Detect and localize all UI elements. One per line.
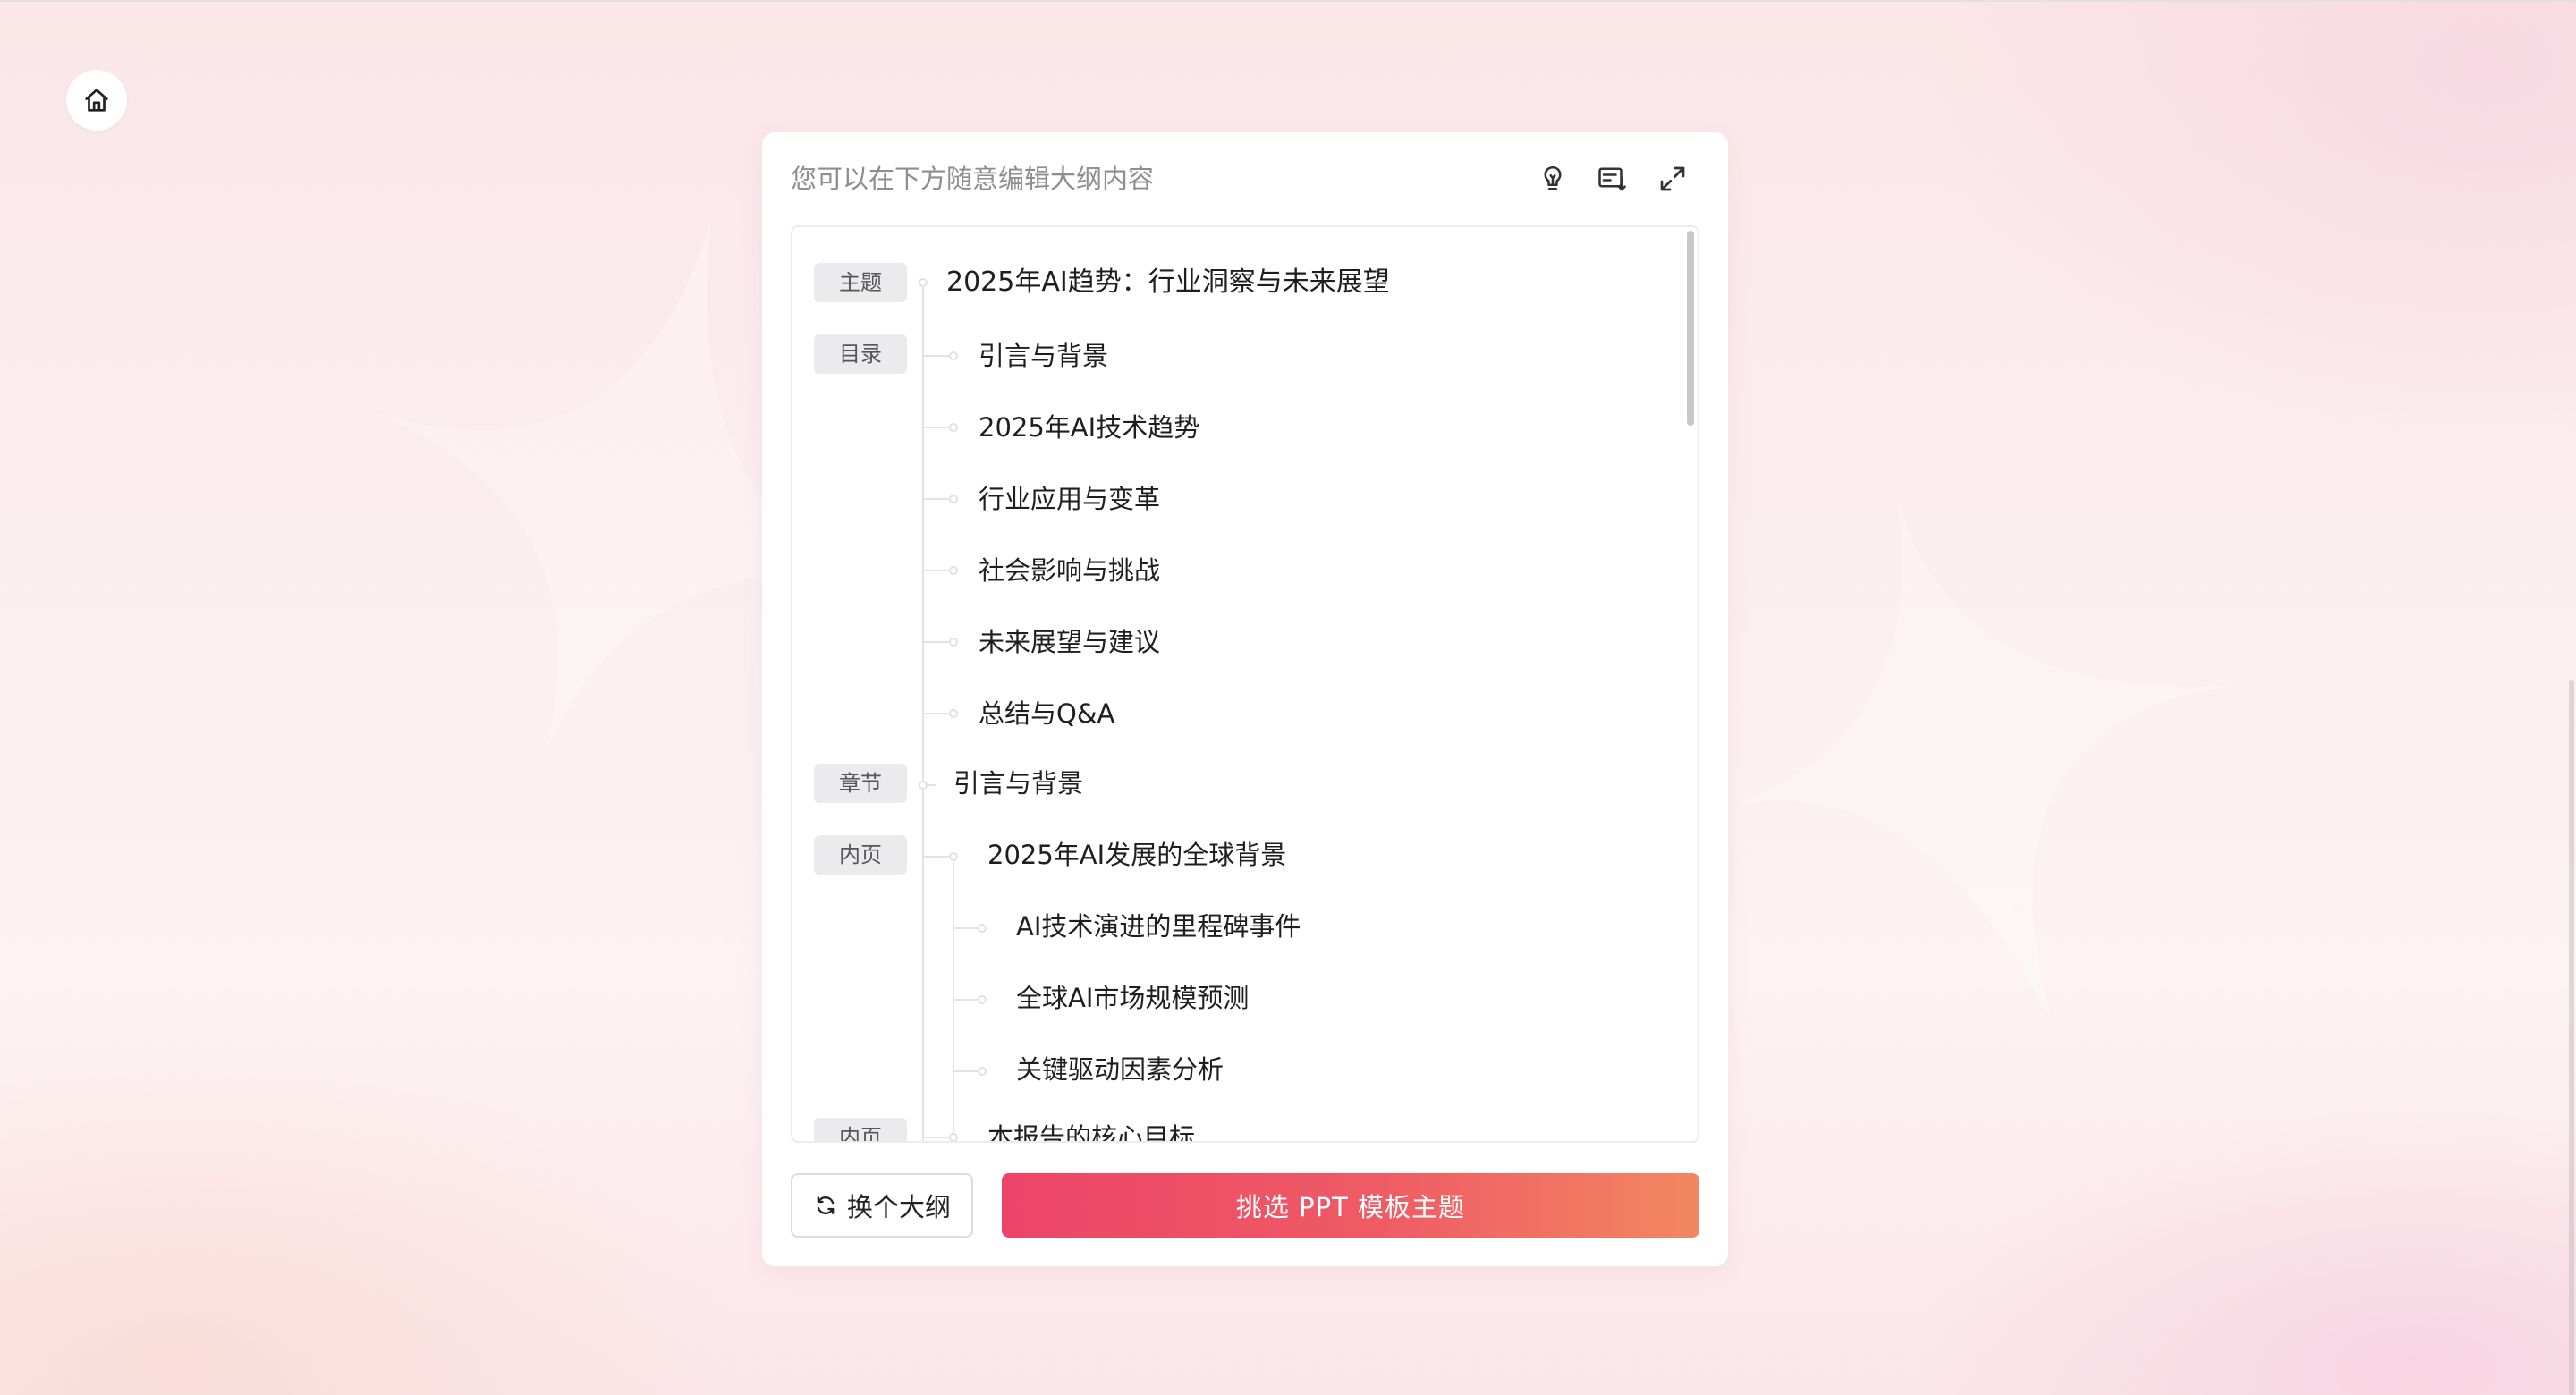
toc-item[interactable]: 2025年AI技术趋势 bbox=[979, 406, 1199, 449]
tag-theme: 主题 bbox=[814, 263, 907, 302]
tag-page-next: 内页 bbox=[814, 1118, 907, 1141]
fullscreen-button[interactable] bbox=[1649, 156, 1696, 202]
tag-chapter: 章节 bbox=[814, 764, 907, 803]
page-point[interactable]: AI技术演进的里程碑事件 bbox=[1016, 905, 1301, 948]
edit-hint: 您可以在下方随意编辑大纲内容 bbox=[791, 164, 1155, 194]
toc-item[interactable]: 未来展望与建议 bbox=[979, 621, 1160, 664]
outline-editor-panel: 您可以在下方随意编辑大纲内容 主题 2025年AI趋势：行业洞察与未来展望 目录… bbox=[762, 132, 1728, 1266]
page-scroll-indicator bbox=[2569, 680, 2574, 1395]
page-title-next[interactable]: 本报告的核心目标 bbox=[987, 1116, 1195, 1141]
chapter-title[interactable]: 引言与背景 bbox=[953, 762, 1083, 805]
toc-item[interactable]: 行业应用与变革 bbox=[979, 478, 1160, 520]
outline-list-icon bbox=[1598, 167, 1626, 191]
home-icon bbox=[85, 89, 108, 112]
page-point[interactable]: 全球AI市场规模预测 bbox=[1016, 976, 1249, 1019]
top-border bbox=[0, 0, 2576, 2]
page-title[interactable]: 2025年AI发展的全球背景 bbox=[987, 833, 1286, 876]
toc-item[interactable]: 总结与Q&A bbox=[979, 692, 1114, 735]
pick-template-label: 挑选 PPT 模板主题 bbox=[1235, 1192, 1466, 1222]
switch-outline-label: 换个大纲 bbox=[846, 1192, 951, 1222]
pick-template-button[interactable]: 挑选 PPT 模板主题 bbox=[1002, 1173, 1699, 1238]
lightbulb-icon bbox=[1544, 165, 1562, 190]
outline-tree[interactable]: 主题 2025年AI趋势：行业洞察与未来展望 目录 引言与背景 2025年AI技… bbox=[791, 225, 1699, 1143]
toc-item[interactable]: 社会影响与挑战 bbox=[979, 549, 1160, 592]
outline-scrollbar[interactable] bbox=[1687, 231, 1694, 426]
refresh-icon bbox=[817, 1196, 835, 1214]
tag-toc: 目录 bbox=[814, 334, 907, 374]
theme-title[interactable]: 2025年AI趋势：行业洞察与未来展望 bbox=[946, 261, 1390, 304]
outline-view-button[interactable] bbox=[1589, 156, 1635, 202]
home-button[interactable] bbox=[66, 70, 127, 131]
tag-page: 内页 bbox=[814, 835, 907, 875]
switch-outline-button[interactable]: 换个大纲 bbox=[791, 1173, 973, 1238]
expand-icon bbox=[1660, 166, 1685, 191]
tips-button[interactable] bbox=[1530, 156, 1576, 202]
page-point[interactable]: 关键驱动因素分析 bbox=[1016, 1048, 1224, 1091]
toc-item[interactable]: 引言与背景 bbox=[979, 334, 1108, 377]
